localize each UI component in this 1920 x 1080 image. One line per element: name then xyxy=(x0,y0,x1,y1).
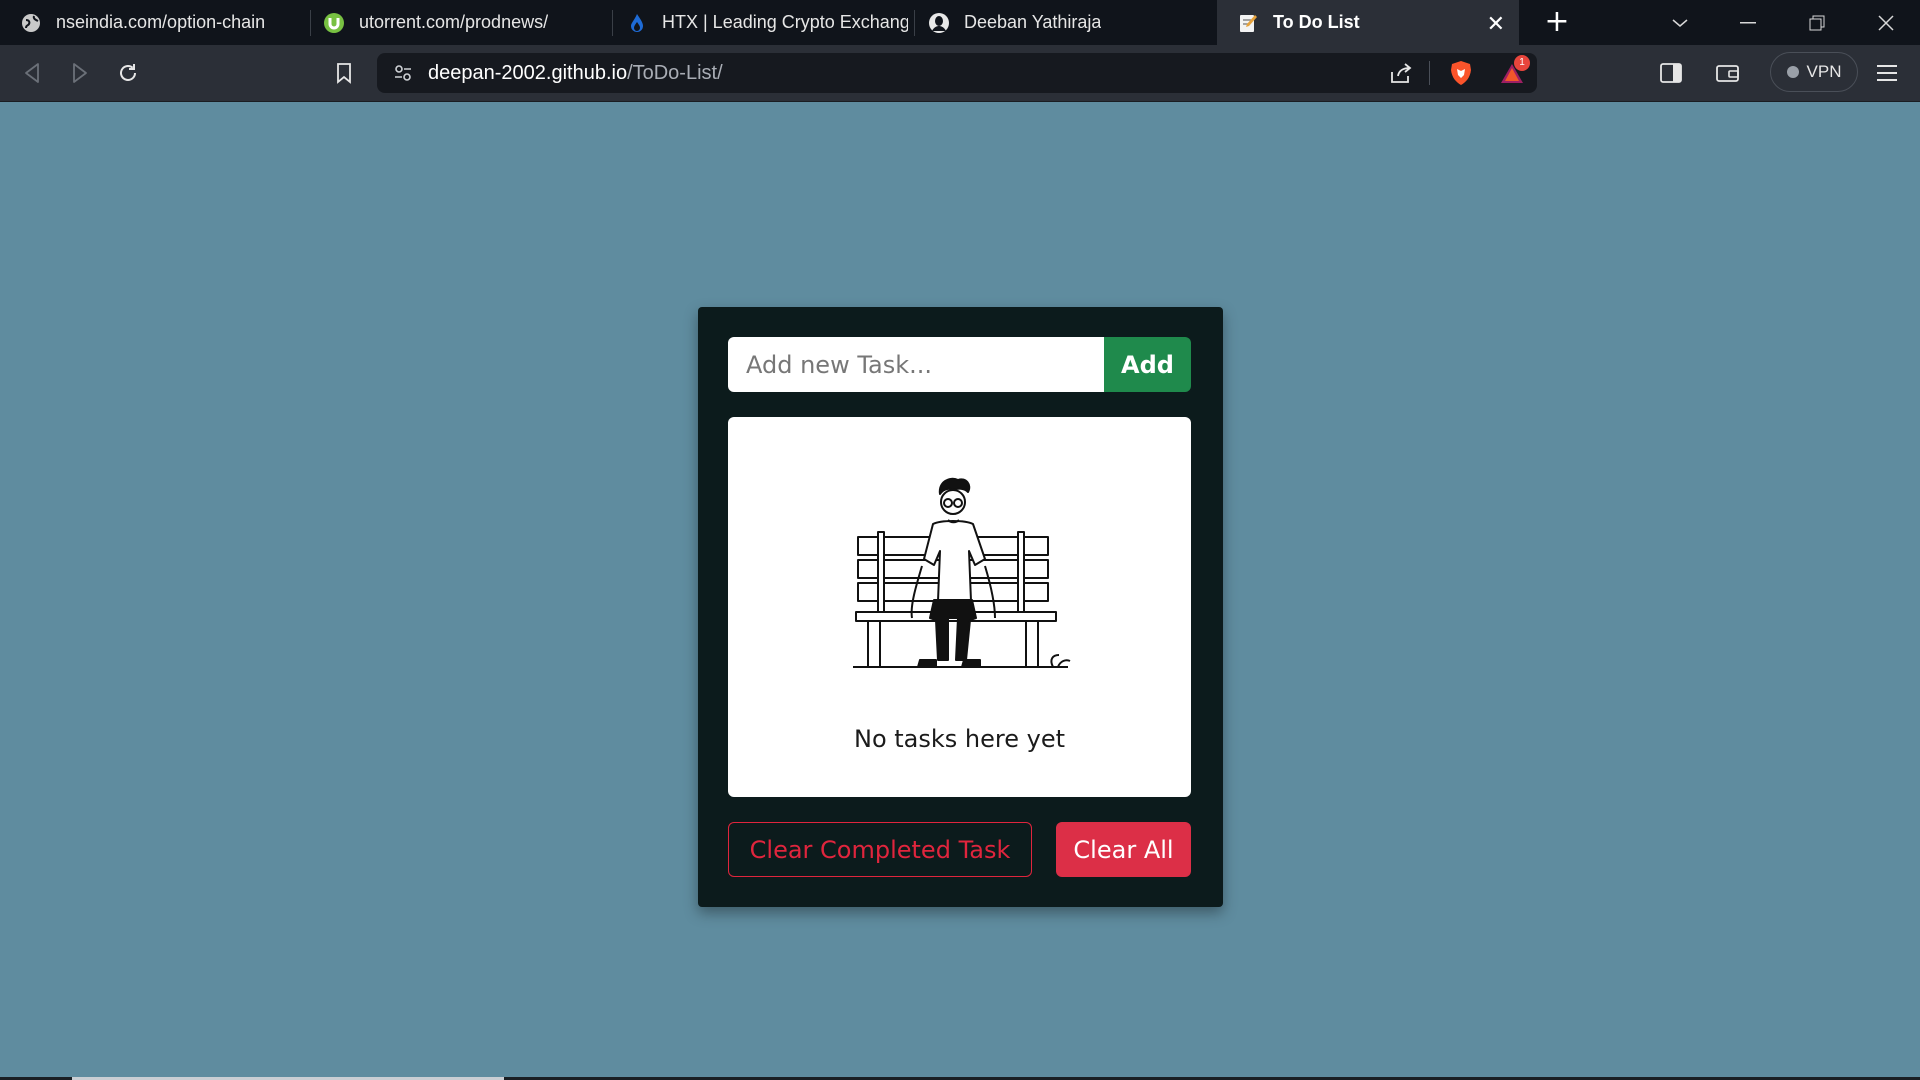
url-text: deepan-2002.github.io/ToDo-List/ xyxy=(428,62,723,85)
todo-pencil-icon xyxy=(1237,12,1259,34)
tab-title: To Do List xyxy=(1273,12,1360,32)
tab-title: HTX | Leading Crypto Exchange xyxy=(662,12,908,32)
tab-utorrent[interactable]: utorrent.com/prodnews/ xyxy=(303,0,605,45)
brave-shields-icon[interactable] xyxy=(1449,60,1473,90)
todo-card: Add new Task... Add No tasks here yet Cl… xyxy=(698,307,1223,907)
reload-icon[interactable] xyxy=(114,59,142,87)
tab-deeban[interactable]: Deeban Yathiraja xyxy=(908,0,1210,45)
back-icon[interactable] xyxy=(18,59,46,87)
wallet-icon[interactable] xyxy=(1714,59,1742,87)
task-list-panel: No tasks here yet xyxy=(728,417,1191,797)
forward-icon[interactable] xyxy=(66,59,94,87)
share-icon[interactable] xyxy=(1389,62,1413,88)
github-avatar-icon xyxy=(928,12,950,34)
tab-todo-active[interactable]: To Do List ✕ xyxy=(1217,0,1519,45)
vpn-button[interactable]: VPN xyxy=(1770,52,1858,92)
tab-title: utorrent.com/prodnews/ xyxy=(359,12,549,32)
tab-title: Deeban Yathiraja xyxy=(964,12,1102,32)
url-path: /ToDo-List/ xyxy=(627,62,723,84)
globe-icon xyxy=(20,12,42,34)
empty-state-message: No tasks here yet xyxy=(853,725,1065,753)
browser-toolbar: deepan-2002.github.io/ToDo-List/ 1 VPN xyxy=(0,45,1920,102)
add-task-button[interactable]: Add xyxy=(1104,337,1191,392)
clear-completed-button[interactable]: Clear Completed Task xyxy=(728,822,1032,877)
new-tab-button[interactable]: + xyxy=(1540,6,1574,40)
clear-all-button[interactable]: Clear All xyxy=(1056,822,1191,877)
close-tab-icon[interactable]: ✕ xyxy=(1487,11,1505,37)
url-host: deepan-2002.github.io xyxy=(428,62,628,84)
tab-htx[interactable]: HTX | Leading Crypto Exchange xyxy=(606,0,908,45)
menu-hamburger-icon[interactable] xyxy=(1873,59,1901,87)
tab-title: nseindia.com/option-chain xyxy=(56,12,266,32)
new-task-input[interactable] xyxy=(728,337,1104,392)
address-bar[interactable]: deepan-2002.github.io/ToDo-List/ 1 xyxy=(377,53,1537,93)
bookmark-icon[interactable] xyxy=(330,59,358,87)
utorrent-icon xyxy=(323,12,345,34)
close-window-icon[interactable] xyxy=(1858,0,1914,45)
restore-icon[interactable] xyxy=(1789,0,1845,45)
rewards-badge: 1 xyxy=(1514,55,1530,71)
toolbar-divider xyxy=(1429,61,1430,85)
vpn-label: VPN xyxy=(1806,62,1842,81)
htx-flame-icon xyxy=(626,12,648,34)
person-on-bench-illustration xyxy=(853,477,1071,668)
vpn-status-icon xyxy=(1786,66,1799,78)
tab-search-chevron-icon[interactable] xyxy=(1652,0,1708,45)
tab-nseindia[interactable]: nseindia.com/option-chain xyxy=(0,0,302,45)
site-settings-icon[interactable] xyxy=(393,63,413,87)
minimize-icon[interactable] xyxy=(1720,0,1776,45)
sidebar-toggle-icon[interactable] xyxy=(1657,59,1685,87)
tab-strip: nseindia.com/option-chain utorrent.com/p… xyxy=(0,0,1920,45)
